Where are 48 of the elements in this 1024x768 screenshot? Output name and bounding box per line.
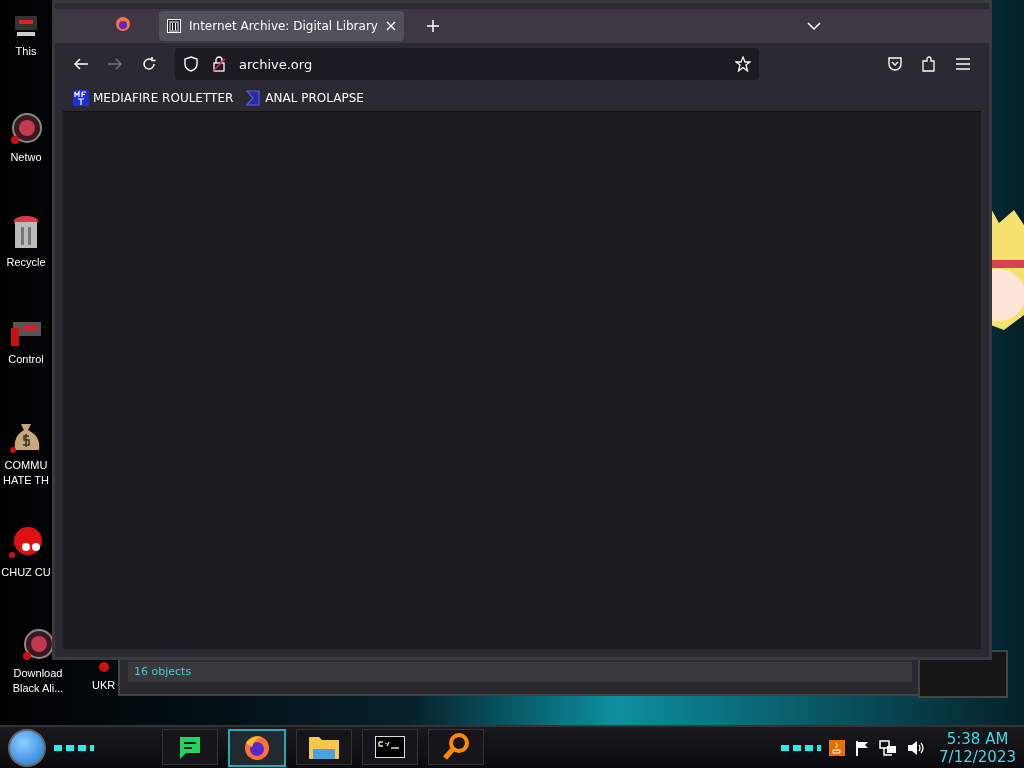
- creature-icon: [8, 525, 44, 561]
- desktop-icon[interactable]: [98, 662, 109, 672]
- close-icon[interactable]: [385, 21, 396, 31]
- mft-logo-icon: [73, 90, 89, 106]
- volume-icon[interactable]: [907, 739, 926, 756]
- network-icon[interactable]: [879, 739, 898, 756]
- back-arrow-icon[interactable]: [73, 56, 89, 72]
- clock-time[interactable]: 5:38 AM: [946, 729, 1009, 748]
- desktop-icon-label[interactable]: CHUZ CU: [1, 565, 51, 580]
- browser-tab[interactable]: Internet Archive: Digital Library: [159, 11, 404, 41]
- bookmark[interactable]: ANAL PROLAPSE: [245, 90, 364, 106]
- reload-icon[interactable]: [141, 56, 157, 72]
- desktop-icon-label[interactable]: Netwo: [1, 150, 51, 165]
- flag-icon[interactable]: [855, 739, 870, 756]
- crossed-lock-icon[interactable]: [211, 56, 227, 72]
- desktop-icon-label[interactable]: Control: [1, 352, 51, 367]
- plus-icon[interactable]: [425, 19, 440, 33]
- taskbar-button[interactable]: [362, 728, 418, 765]
- firefox-icon[interactable]: [115, 16, 131, 32]
- taskbar-button[interactable]: [428, 728, 484, 765]
- stripe-decoration: [781, 744, 822, 751]
- clock-date[interactable]: 7/12/2023: [939, 747, 1016, 766]
- desktop-icon-label[interactable]: UKR: [92, 678, 116, 693]
- menu-icon[interactable]: [955, 57, 971, 71]
- desktop-icon-label[interactable]: This: [1, 44, 51, 59]
- columns-icon: [167, 19, 181, 33]
- desktop-icon-label[interactable]: COMMU HATE TH: [1, 458, 51, 488]
- pocket-icon[interactable]: [887, 56, 903, 72]
- terminal-icon[interactable]: [375, 735, 405, 758]
- magnifier-icon[interactable]: [441, 731, 471, 762]
- address-bar[interactable]: archive.org: [175, 48, 759, 80]
- desktop-icon-label[interactable]: Recycle: [1, 255, 51, 270]
- chevron-down-icon[interactable]: [807, 21, 821, 31]
- taskbar-button[interactable]: [228, 728, 286, 767]
- orb-icon: [9, 112, 43, 146]
- taskbar-button[interactable]: [162, 728, 218, 765]
- taskbar-button[interactable]: [296, 728, 352, 765]
- bin-icon: [11, 215, 41, 251]
- bookmark[interactable]: MEDIAFIRE ROULETTER: [73, 90, 234, 106]
- desktop-icon-label[interactable]: Download Black Ali...: [0, 666, 76, 696]
- star-icon[interactable]: [735, 56, 751, 72]
- status-bar: 16 objects: [128, 662, 912, 682]
- forward-arrow-icon[interactable]: [107, 56, 123, 72]
- stripe-decoration: [54, 744, 94, 751]
- shield-icon[interactable]: [183, 56, 199, 72]
- start-button[interactable]: [8, 728, 46, 767]
- sigma-icon: [245, 90, 262, 106]
- cup-icon[interactable]: [829, 739, 846, 756]
